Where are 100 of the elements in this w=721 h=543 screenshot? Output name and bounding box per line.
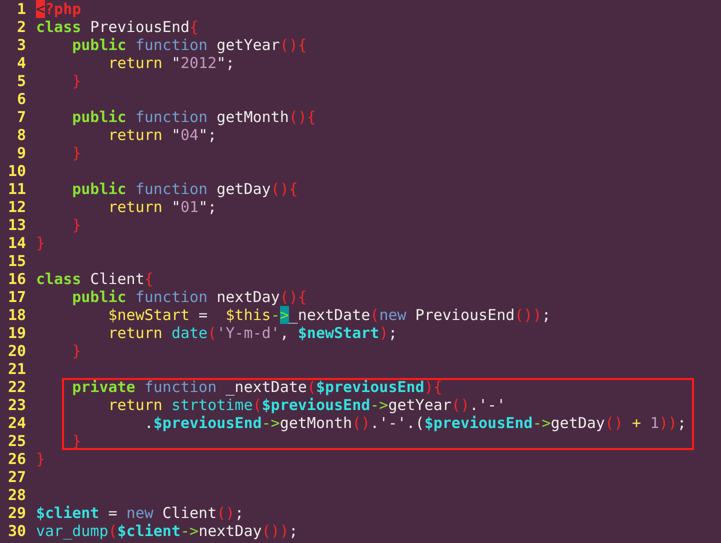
keyword: return xyxy=(107,198,162,216)
line-number: 1 xyxy=(16,0,26,18)
keyword: public xyxy=(71,108,126,126)
code-text: getMonth xyxy=(280,414,352,432)
variable: $previousEnd xyxy=(316,378,424,396)
line-number: 29 xyxy=(6,504,26,522)
bracket: } xyxy=(36,450,46,468)
function-name: date xyxy=(170,324,208,342)
code-text: Client xyxy=(89,270,144,288)
code-text: .'-'.( xyxy=(370,414,424,432)
operator: -> xyxy=(532,414,551,432)
variable: $newStart xyxy=(296,324,380,342)
code-text: = xyxy=(107,504,118,522)
code-text: , xyxy=(280,324,289,342)
code-text: " xyxy=(170,54,180,72)
code-text: getMonth xyxy=(216,108,289,126)
line-number: 18 xyxy=(6,306,26,324)
line-number: 7 xyxy=(16,108,26,126)
variable: $previousEnd xyxy=(153,414,262,432)
line-number: 4 xyxy=(16,54,26,72)
code-text: PreviousEnd xyxy=(89,18,190,36)
bracket: () xyxy=(352,414,370,432)
bracket: { xyxy=(144,270,154,288)
bracket: ){ xyxy=(424,378,442,396)
line-number: 8 xyxy=(16,126,26,144)
keyword: return xyxy=(107,54,162,72)
line-number: 14 xyxy=(6,234,26,252)
keyword: function xyxy=(134,108,208,126)
keyword: return xyxy=(107,396,162,414)
bracket-match: < xyxy=(36,0,46,18)
line-number: 19 xyxy=(6,324,26,342)
code-text: getYear xyxy=(388,396,452,414)
code-text: "; xyxy=(216,54,235,72)
code-text: ; xyxy=(388,324,398,342)
php-tag: ?php xyxy=(45,0,82,18)
keyword: new xyxy=(126,504,154,522)
function-name: var_dump xyxy=(36,522,108,540)
keyword: return xyxy=(107,126,162,144)
bracket: ()) xyxy=(514,306,542,324)
line-number: 11 xyxy=(6,180,26,198)
string-literal: 1 xyxy=(650,414,660,432)
keyword: function xyxy=(134,288,208,306)
variable: $this xyxy=(226,306,271,324)
line-number: 16 xyxy=(6,270,26,288)
line-number: 3 xyxy=(16,36,26,54)
code-text: nextDay xyxy=(216,288,280,306)
bracket: () xyxy=(216,504,235,522)
bracket: ()) xyxy=(262,522,289,540)
code-text: nextDay xyxy=(198,522,262,540)
keyword: private xyxy=(71,378,136,396)
keyword: public xyxy=(71,36,126,54)
code-text: . xyxy=(143,414,154,432)
variable: $client xyxy=(117,522,180,540)
code-text: ; xyxy=(542,306,551,324)
line-number: 12 xyxy=(6,198,26,216)
line-number: 25 xyxy=(6,432,26,450)
keyword: function xyxy=(143,378,217,396)
line-number: 15 xyxy=(6,252,26,270)
keyword: public xyxy=(71,180,126,198)
bracket: ( xyxy=(306,378,316,396)
string-literal: 2012 xyxy=(180,54,217,72)
code-text: " xyxy=(170,126,180,144)
bracket: (){ xyxy=(270,180,298,198)
code-text: "; xyxy=(198,198,217,216)
variable: $previousEnd xyxy=(424,414,533,432)
operator: -> xyxy=(180,522,199,540)
line-number: 24 xyxy=(6,414,26,432)
operator: -> xyxy=(262,414,280,432)
code-text: PreviousEnd xyxy=(414,306,515,324)
code-text: ; xyxy=(677,414,686,432)
keyword: new xyxy=(379,306,406,324)
operator: + xyxy=(631,414,642,432)
keyword: return xyxy=(107,324,162,342)
bracket: } xyxy=(71,72,82,90)
keyword: public xyxy=(71,288,126,306)
string-literal: 01 xyxy=(180,198,199,216)
bracket: ( xyxy=(370,306,380,324)
line-number: 23 xyxy=(6,396,26,414)
bracket: } xyxy=(71,216,82,234)
bracket: ( xyxy=(208,324,217,342)
bracket: } xyxy=(71,342,82,360)
line-number: 6 xyxy=(16,90,26,108)
bracket-match: > xyxy=(280,306,289,324)
code-text: _nextDate xyxy=(224,378,307,396)
keyword: function xyxy=(134,180,208,198)
operator: - xyxy=(270,306,280,324)
bracket: ( xyxy=(252,396,262,414)
code-text: getDay xyxy=(216,180,271,198)
code-text: "; xyxy=(198,126,217,144)
line-number: 2 xyxy=(16,18,26,36)
bracket: { xyxy=(190,18,199,36)
keyword: class xyxy=(36,270,82,288)
bracket: )) xyxy=(659,414,678,432)
code-text: getYear xyxy=(216,36,280,54)
keyword: function xyxy=(134,36,208,54)
bracket: } xyxy=(71,144,82,162)
operator: -> xyxy=(370,396,388,414)
bracket: (){ xyxy=(288,108,316,126)
string-literal: 'Y-m-d' xyxy=(216,324,280,342)
line-number: 30 xyxy=(6,522,26,540)
